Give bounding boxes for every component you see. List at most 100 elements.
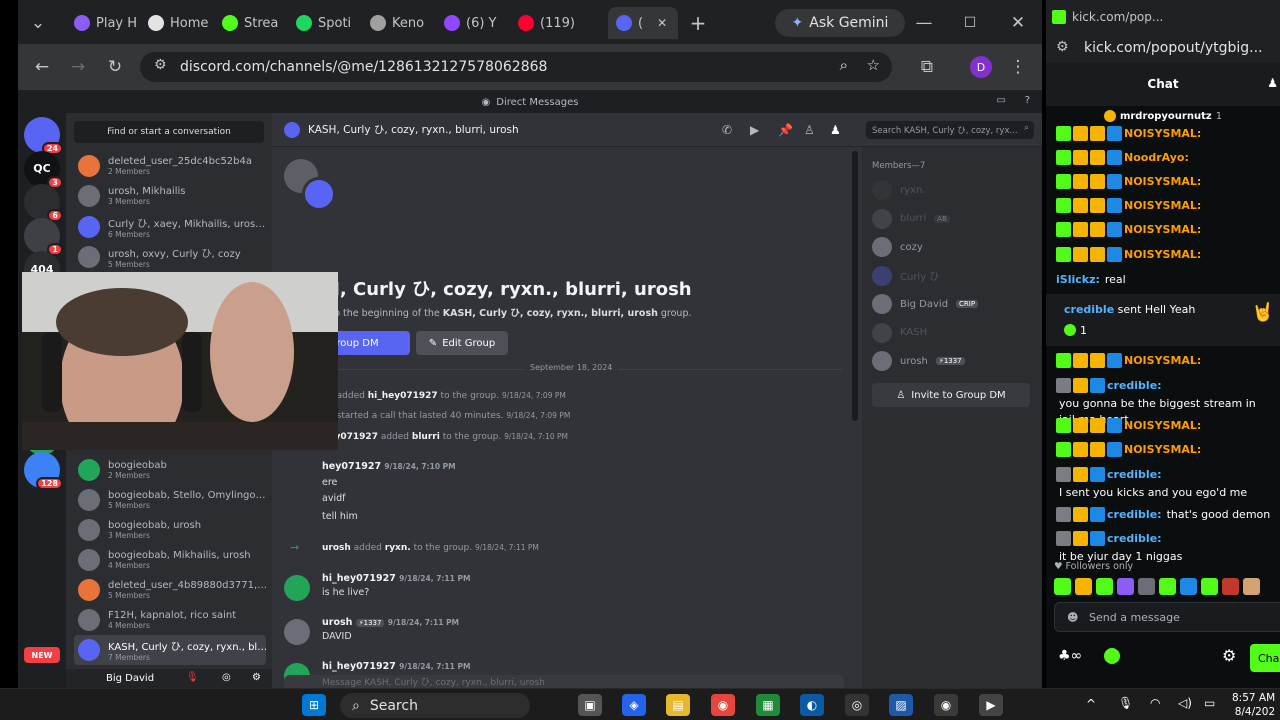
browser-tab[interactable]: Keno bbox=[362, 9, 434, 37]
emote-icon[interactable] bbox=[1075, 578, 1092, 595]
dm-item[interactable]: F12H, kapnalot, rico saint 4 Members bbox=[74, 605, 266, 635]
chat-username[interactable]: credible: bbox=[1107, 507, 1162, 523]
server-icon[interactable]: QC 3 bbox=[24, 150, 63, 189]
volume-icon[interactable]: ◁) bbox=[1178, 696, 1192, 710]
emote-menu-icon[interactable]: ♣∞ bbox=[1058, 648, 1082, 664]
reload-icon[interactable]: ↻ bbox=[103, 55, 127, 79]
invite-to-group-dm-button[interactable]: ♙ Invite to Group DM bbox=[872, 383, 1030, 407]
emote-icon[interactable] bbox=[1096, 578, 1113, 595]
dm-item[interactable]: boogieobab 2 Members bbox=[74, 455, 266, 485]
browser-tab[interactable]: Home bbox=[140, 9, 212, 37]
zoom-icon[interactable]: ⌕ bbox=[840, 56, 848, 74]
dm-item[interactable]: urosh, oxvy, Curly ひ, cozy 5 Members bbox=[74, 242, 266, 272]
dm-item[interactable]: KASH, Curly ひ, cozy, ryxn., blu... 7 Memb… bbox=[74, 635, 266, 665]
photos-icon[interactable]: ▨ bbox=[889, 694, 913, 716]
chat-send-button[interactable]: Cha bbox=[1250, 644, 1280, 672]
emoji-icon[interactable]: ☻ bbox=[1067, 611, 1078, 624]
back-icon[interactable]: ← bbox=[30, 55, 54, 79]
dm-item[interactable]: boogieobab, urosh 3 Members bbox=[74, 515, 266, 545]
maximize-icon[interactable]: ☐ bbox=[958, 11, 982, 35]
dm-item[interactable]: deleted_user_25dc4bc52b4a 2 Members bbox=[74, 151, 266, 181]
file-explorer-icon[interactable]: ▤ bbox=[666, 694, 690, 716]
copilot-icon[interactable]: ◈ bbox=[622, 694, 646, 716]
dm-item[interactable]: deleted_user_4b89880d3771, ... 5 Members bbox=[74, 575, 266, 605]
site-info-icon[interactable]: ⚙ bbox=[154, 57, 167, 73]
chat-username[interactable]: NOISYSMAL: bbox=[1124, 198, 1201, 214]
server-icon[interactable]: 128 bbox=[24, 452, 63, 490]
add-friends-icon[interactable]: ♙ bbox=[804, 123, 815, 137]
video-call-icon[interactable]: ▶ bbox=[750, 123, 759, 137]
member-item[interactable]: Curly ひ bbox=[872, 263, 1037, 289]
battery-icon[interactable]: ▭ bbox=[1204, 696, 1215, 710]
wifi-icon[interactable]: ◠ bbox=[1150, 696, 1160, 710]
tab-close-icon[interactable]: ✕ bbox=[657, 16, 667, 30]
emote-icon[interactable] bbox=[1117, 578, 1134, 595]
avatar[interactable] bbox=[284, 619, 310, 645]
server-icon[interactable]: 24 bbox=[24, 117, 63, 155]
chat-username[interactable]: NOISYSMAL: bbox=[1124, 126, 1201, 142]
chat-username[interactable]: NOISYSMAL: bbox=[1124, 247, 1201, 263]
system-clock[interactable]: 8:57 AM 8/4/202 bbox=[1232, 691, 1275, 719]
voice-call-icon[interactable]: ✆ bbox=[722, 123, 732, 137]
member-item[interactable]: ryxn. bbox=[872, 177, 1037, 203]
kick-url-bar[interactable]: ⚙ kick.com/popout/ytgbig... bbox=[1046, 34, 1280, 62]
site-info-icon[interactable]: ⚙ bbox=[1056, 39, 1069, 55]
kick-badge-icon[interactable] bbox=[1104, 648, 1120, 664]
inbox-icon[interactable]: ▭ bbox=[997, 95, 1006, 106]
profile-avatar[interactable]: D bbox=[970, 56, 992, 78]
dm-item[interactable]: urosh, Mikhailis 3 Members bbox=[74, 181, 266, 211]
chat-username[interactable]: NoodrAyo: bbox=[1124, 150, 1189, 166]
tray-chevron-icon[interactable]: ^ bbox=[1086, 697, 1096, 711]
emote-icon[interactable] bbox=[1180, 578, 1197, 595]
server-icon[interactable]: NEW bbox=[24, 647, 60, 663]
emote-icon[interactable] bbox=[1138, 578, 1155, 595]
users-icon[interactable]: ♟ bbox=[1267, 76, 1278, 90]
browser-tab[interactable]: Play H bbox=[66, 9, 138, 37]
task-view-icon[interactable]: ▣ bbox=[578, 694, 602, 716]
chat-username[interactable]: NOISYSMAL: bbox=[1124, 353, 1201, 369]
media-player-icon[interactable]: ▶ bbox=[979, 694, 1003, 716]
edge-icon[interactable]: ◐ bbox=[800, 694, 824, 716]
chat-username[interactable]: NOISYSMAL: bbox=[1124, 418, 1201, 434]
member-item[interactable]: Big David CRIP bbox=[872, 291, 1037, 317]
browser-tab[interactable]: Strea bbox=[214, 9, 286, 37]
settings-gear-icon[interactable]: ⚙ bbox=[252, 672, 261, 683]
chat-username[interactable]: iSlickz: bbox=[1056, 272, 1100, 288]
member-item[interactable]: blurri AB bbox=[872, 206, 1037, 232]
browser-tab[interactable]: Spoti bbox=[288, 9, 360, 37]
emote-icon[interactable] bbox=[1201, 578, 1218, 595]
extensions-icon[interactable]: ⧉ bbox=[915, 55, 939, 79]
server-icon[interactable]: 1 bbox=[24, 217, 63, 256]
store-icon[interactable]: ▦ bbox=[756, 694, 780, 716]
chrome-profile-icon[interactable]: ◉ bbox=[934, 694, 958, 716]
browser-tab[interactable]: (✕ bbox=[608, 7, 678, 39]
chrome-icon[interactable]: ◉ bbox=[711, 694, 735, 716]
message-author[interactable]: hi_hey071927 bbox=[322, 661, 396, 672]
help-icon[interactable]: ? bbox=[1025, 95, 1030, 106]
chat-username[interactable]: credible: bbox=[1107, 531, 1162, 547]
browser-tab[interactable]: (119) bbox=[510, 9, 582, 37]
emote-icon[interactable] bbox=[1159, 578, 1176, 595]
member-item[interactable]: cozy bbox=[872, 234, 1037, 260]
dm-item[interactable]: Curly ひ, xaey, Mikhailis, urosh, ... 6 Me… bbox=[74, 212, 266, 242]
microphone-icon[interactable]: 🎙 bbox=[1118, 696, 1133, 710]
message-author[interactable]: urosh bbox=[322, 617, 352, 628]
headset-icon[interactable]: ◎ bbox=[222, 672, 231, 683]
dm-item[interactable]: boogieobab, Mikhailis, urosh 4 Members bbox=[74, 545, 266, 575]
chat-username[interactable]: NOISYSMAL: bbox=[1124, 174, 1201, 190]
start-button-icon[interactable]: ⊞ bbox=[302, 694, 326, 716]
mute-icon[interactable]: 🎙 bbox=[186, 672, 199, 683]
new-tab-icon[interactable]: + bbox=[686, 11, 710, 35]
chat-username[interactable]: credible: bbox=[1107, 378, 1162, 394]
close-icon[interactable]: ✕ bbox=[1006, 11, 1030, 35]
app-icon[interactable]: ◎ bbox=[845, 694, 869, 716]
taskbar-search[interactable]: ⌕ Search bbox=[340, 693, 530, 718]
member-item[interactable]: KASH bbox=[872, 320, 1037, 346]
emote-icon[interactable] bbox=[1243, 578, 1260, 595]
member-item[interactable]: urosh ⚡1337 bbox=[872, 348, 1037, 374]
address-bar[interactable]: ⚙ discord.com/channels/@me/1286132127578… bbox=[140, 52, 892, 82]
chat-username[interactable]: credible: bbox=[1107, 467, 1162, 483]
browser-tab[interactable]: (6) Y bbox=[436, 9, 508, 37]
dm-item[interactable]: boogieobab, Stello, Omylingo, u... 5 Memb… bbox=[74, 485, 266, 515]
message-scrollbar[interactable] bbox=[852, 151, 858, 421]
